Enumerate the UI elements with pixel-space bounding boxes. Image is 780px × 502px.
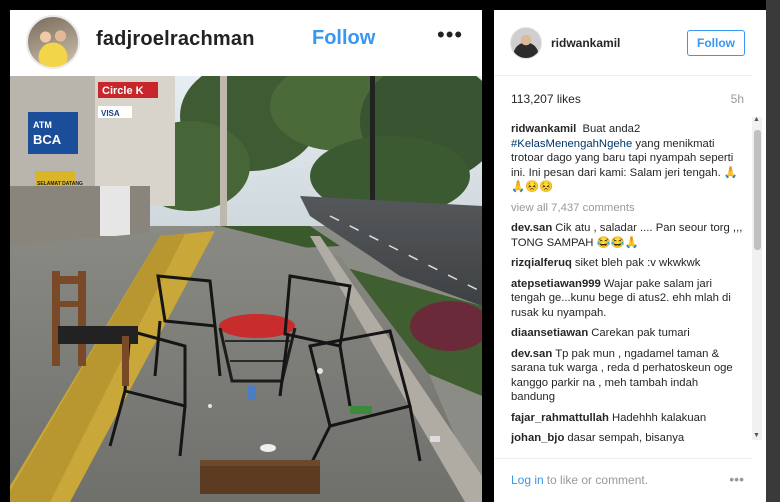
post-photo[interactable]: Circle K ATM BCA VISA SELAMAT DATANG: [10, 76, 482, 502]
post-header: fadjroelrachman Follow •••: [10, 10, 482, 76]
follow-button[interactable]: Follow: [312, 27, 375, 50]
comment-username[interactable]: johan_bjo: [511, 432, 564, 444]
comment: atepsetiawan999 Wajar pake salam jari ten…: [511, 277, 743, 321]
visa-sign: VISA: [101, 109, 120, 118]
more-options-icon[interactable]: •••: [437, 22, 463, 48]
comment-text: siket bleh pak :v wkwkwk: [574, 257, 701, 269]
caption-lead: Buat anda2: [582, 123, 641, 135]
comment: dev.san Cik atu , saladar .... Pan seour …: [511, 221, 743, 250]
bca-sign: BCA: [33, 132, 62, 147]
scrollbar-thumb[interactable]: [754, 130, 761, 250]
comment-text: Carekan pak tumari: [591, 327, 690, 339]
scroll-down-icon[interactable]: ▼: [753, 432, 760, 439]
comment-username[interactable]: atepsetiawan999: [511, 278, 601, 290]
comment-text: Hadehhh kalakuan: [611, 411, 707, 424]
comment: johan_bjo dasar sempah, bisanya: [511, 431, 743, 446]
comment-username[interactable]: fajar_rahmattullah: [511, 412, 609, 424]
comment: dev.san Tp pak mun , ngadamel taman & sar…: [511, 347, 743, 405]
comment: fajar_rahmattullah Hadehhh kalakuan: [511, 411, 743, 426]
view-all-comments-link[interactable]: view all 7,437 comments: [511, 201, 743, 216]
comment-username[interactable]: diaansetiawan: [511, 327, 588, 339]
comments-panel: ridwankamil Follow 113,207 likes 5h ridw…: [494, 10, 752, 502]
login-bar: Log in to like or comment. •••: [494, 458, 752, 502]
panel-username[interactable]: ridwankamil: [551, 36, 620, 50]
likes-count[interactable]: 113,207 likes: [511, 92, 581, 106]
post-username[interactable]: fadjroelrachman: [96, 28, 255, 51]
caption-username[interactable]: ridwankamil: [511, 123, 576, 135]
more-options-icon[interactable]: •••: [729, 471, 744, 487]
post-card: fadjroelrachman Follow ••• Circle K ATM …: [10, 10, 482, 502]
comment-text: dasar sempah, bisanya: [567, 432, 685, 444]
scroll-up-icon[interactable]: ▲: [753, 116, 760, 123]
comment: rizqialferuq siket bleh pak :v wkwkwk: [511, 256, 743, 271]
comment-username[interactable]: dev.san: [511, 348, 552, 360]
avatar[interactable]: [510, 27, 542, 59]
atm-sign: ATM: [33, 120, 52, 130]
panel-header: ridwankamil Follow: [494, 10, 752, 76]
comment-username[interactable]: dev.san: [511, 222, 552, 234]
hashtag-link[interactable]: #KelasMenengahNgehe: [511, 138, 632, 150]
comment: diaansetiawan Carekan pak tumari: [511, 326, 743, 341]
post-time: 5h: [730, 92, 744, 106]
follow-button[interactable]: Follow: [687, 30, 745, 56]
comments-list: ridwankamil Buat anda2 #KelasMenengahNge…: [511, 122, 743, 452]
comment-username[interactable]: rizqialferuq: [511, 257, 572, 269]
login-prompt: Log in to like or comment.: [511, 473, 648, 487]
avatar[interactable]: [26, 15, 80, 69]
login-link[interactable]: Log in: [511, 473, 544, 487]
street-scene-image: Circle K ATM BCA VISA SELAMAT DATANG: [10, 76, 482, 502]
window-edge: [766, 0, 780, 502]
login-text: to like or comment.: [546, 473, 649, 487]
circle-k-sign: Circle K: [102, 85, 144, 97]
caption: ridwankamil Buat anda2 #KelasMenengahNge…: [511, 122, 743, 195]
